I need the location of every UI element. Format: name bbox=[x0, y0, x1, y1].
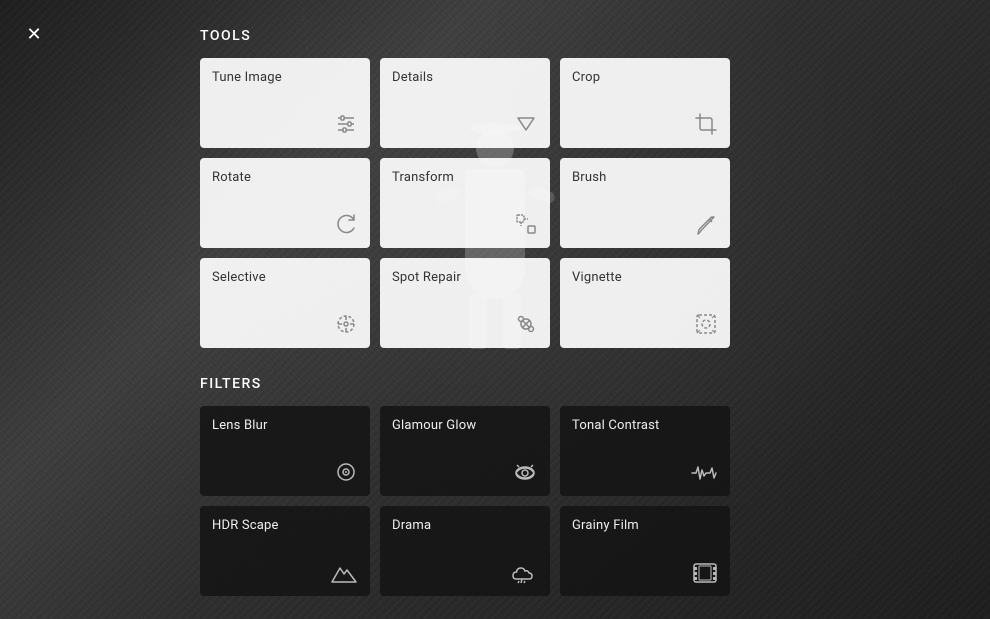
filter-tonal-contrast[interactable]: Tonal Contrast bbox=[560, 406, 730, 496]
filter-drama-label: Drama bbox=[392, 518, 538, 533]
filter-glamour-glow-icon-area bbox=[392, 460, 538, 488]
filter-grainy-film-label: Grainy Film bbox=[572, 518, 718, 533]
filter-grainy-film[interactable]: Grainy Film bbox=[560, 506, 730, 596]
filter-lens-blur-icon-area bbox=[212, 460, 358, 488]
tools-grid: Tune Image Details bbox=[200, 58, 990, 348]
rotate-icon bbox=[334, 212, 358, 236]
filter-drama-icon-area bbox=[392, 562, 538, 588]
tool-vignette-label: Vignette bbox=[572, 270, 718, 285]
filter-tonal-contrast-icon-area bbox=[572, 462, 718, 488]
mountain-icon bbox=[330, 562, 358, 584]
tool-selective-label: Selective bbox=[212, 270, 358, 285]
vignette-icon bbox=[694, 312, 718, 336]
filters-section-title: FILTERS bbox=[200, 376, 990, 392]
glamour-glow-icon bbox=[512, 460, 538, 484]
sliders-icon bbox=[334, 112, 358, 136]
film-icon bbox=[692, 562, 718, 584]
transform-icon bbox=[514, 212, 538, 236]
filter-glamour-glow[interactable]: Glamour Glow bbox=[380, 406, 550, 496]
tool-transform-label: Transform bbox=[392, 170, 538, 185]
tool-details[interactable]: Details bbox=[380, 58, 550, 148]
spot-repair-icon bbox=[514, 312, 538, 336]
tool-details-label: Details bbox=[392, 70, 538, 85]
tool-transform-icon-area bbox=[392, 212, 538, 240]
tool-selective-icon-area bbox=[212, 312, 358, 340]
close-button[interactable]: ✕ bbox=[18, 18, 50, 50]
tool-details-icon-area bbox=[392, 112, 538, 140]
filter-drama[interactable]: Drama bbox=[380, 506, 550, 596]
tool-crop-label: Crop bbox=[572, 70, 718, 85]
tools-section-title: TOOLS bbox=[200, 28, 990, 44]
tool-brush-label: Brush bbox=[572, 170, 718, 185]
tool-rotate-label: Rotate bbox=[212, 170, 358, 185]
tool-spot-repair-icon-area bbox=[392, 312, 538, 340]
tool-rotate-icon-area bbox=[212, 212, 358, 240]
filter-hdr-scape-icon-area bbox=[212, 562, 358, 588]
crop-icon bbox=[694, 112, 718, 136]
close-icon: ✕ bbox=[26, 24, 41, 45]
waveform-icon bbox=[690, 462, 718, 484]
tool-crop-icon-area bbox=[572, 112, 718, 140]
lens-blur-icon bbox=[334, 460, 358, 484]
main-content: TOOLS Tune Image Details bbox=[0, 0, 990, 619]
selective-icon bbox=[334, 312, 358, 336]
tool-vignette[interactable]: Vignette bbox=[560, 258, 730, 348]
tool-crop[interactable]: Crop bbox=[560, 58, 730, 148]
tool-tune-image[interactable]: Tune Image bbox=[200, 58, 370, 148]
tool-spot-repair[interactable]: Spot Repair bbox=[380, 258, 550, 348]
filter-hdr-scape-label: HDR Scape bbox=[212, 518, 358, 533]
filter-lens-blur[interactable]: Lens Blur bbox=[200, 406, 370, 496]
tool-tune-image-label: Tune Image bbox=[212, 70, 358, 85]
cloud-icon bbox=[510, 562, 538, 584]
tool-tune-image-icon-area bbox=[212, 112, 358, 140]
filter-hdr-scape[interactable]: HDR Scape bbox=[200, 506, 370, 596]
triangle-down-icon bbox=[514, 112, 538, 136]
brush-icon bbox=[694, 212, 718, 236]
tool-spot-repair-label: Spot Repair bbox=[392, 270, 538, 285]
tool-vignette-icon-area bbox=[572, 312, 718, 340]
filter-grainy-film-icon-area bbox=[572, 562, 718, 588]
tool-selective[interactable]: Selective bbox=[200, 258, 370, 348]
tool-transform[interactable]: Transform bbox=[380, 158, 550, 248]
tool-rotate[interactable]: Rotate bbox=[200, 158, 370, 248]
filter-lens-blur-label: Lens Blur bbox=[212, 418, 358, 433]
filter-glamour-glow-label: Glamour Glow bbox=[392, 418, 538, 433]
tool-brush[interactable]: Brush bbox=[560, 158, 730, 248]
tool-brush-icon-area bbox=[572, 212, 718, 240]
filters-grid: Lens Blur Glamour Glow bbox=[200, 406, 990, 596]
filter-tonal-contrast-label: Tonal Contrast bbox=[572, 418, 718, 433]
